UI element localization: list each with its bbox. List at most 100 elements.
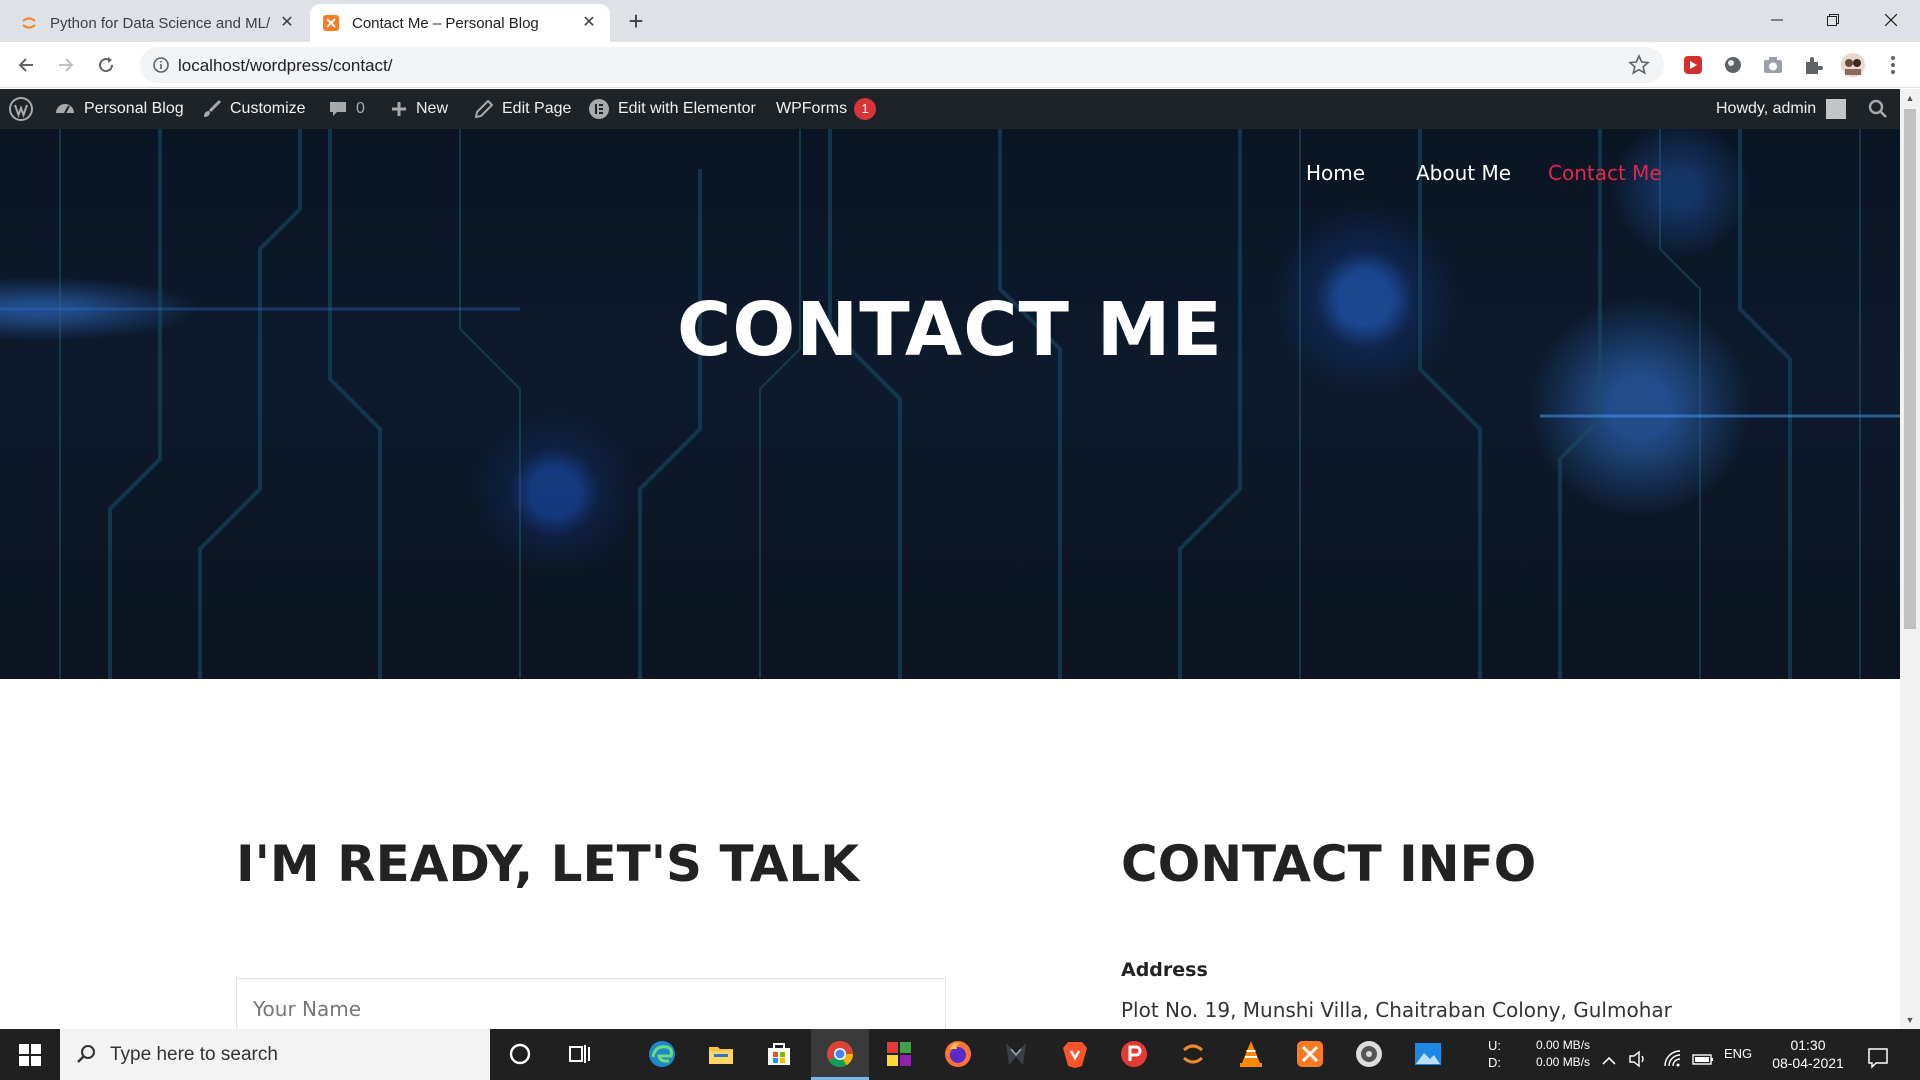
battery-icon[interactable] [1692, 1044, 1714, 1074]
start-button[interactable] [0, 1029, 60, 1080]
wpforms-menu[interactable]: WPForms 1 [776, 89, 877, 129]
wordpress-logo-icon [9, 97, 33, 121]
close-tab-icon[interactable]: ✕ [278, 14, 296, 32]
wp-admin-bar: Personal Blog Customize 0 New Edit Page … [0, 89, 1900, 129]
network-speed-widget: U: D: [1488, 1037, 1501, 1080]
coursera-icon[interactable] [1178, 1039, 1208, 1069]
close-icon [1885, 14, 1897, 26]
minimize-icon [1771, 19, 1783, 21]
browser-menu-icon[interactable] [1882, 54, 1904, 76]
windows-taskbar: Type here to search U: D: 0.00 MB/s 0.00… [0, 1029, 1920, 1080]
cortana-icon[interactable] [505, 1039, 535, 1069]
clock[interactable]: 01:30 08-04-2021 [1770, 1036, 1846, 1080]
firefox-icon[interactable] [943, 1039, 973, 1069]
search-icon [77, 1045, 95, 1063]
edit-page-link[interactable]: Edit Page [474, 89, 571, 129]
paintbrush-icon [204, 99, 222, 117]
language-indicator[interactable]: ENG [1724, 1046, 1752, 1080]
predator-sense-icon[interactable] [1001, 1039, 1031, 1069]
screenshot-camera-icon[interactable] [1762, 54, 1784, 76]
search-icon [1868, 99, 1887, 118]
back-arrow-icon [18, 58, 33, 72]
new-content-menu[interactable]: New [390, 89, 448, 129]
tab-title: Contact Me – Personal Blog [352, 14, 539, 32]
windows-logo-icon [19, 1043, 41, 1066]
download-label: D: [1488, 1055, 1501, 1070]
contact-info-heading: CONTACT INFO [1121, 835, 1537, 893]
admin-search-button[interactable] [1868, 89, 1896, 129]
close-tab-icon[interactable]: ✕ [580, 14, 598, 32]
dashboard-gauge-icon [56, 104, 74, 114]
my-account-menu[interactable]: Howdy, admin [1716, 89, 1847, 129]
edge-browser-icon[interactable] [647, 1039, 677, 1069]
media-player-icon[interactable] [1354, 1039, 1384, 1069]
plus-icon [392, 102, 406, 116]
extensions-puzzle-icon[interactable] [1802, 54, 1824, 76]
edit-with-elementor-link[interactable]: Edit with Elementor [588, 89, 756, 129]
comments-link[interactable]: 0 [328, 89, 365, 129]
nav-contact-me[interactable]: Contact Me [1548, 161, 1662, 191]
nav-home[interactable]: Home [1306, 161, 1365, 191]
comments-count: 0 [356, 100, 365, 117]
scroll-up-arrow-icon[interactable]: ▲ [1905, 93, 1915, 103]
vlc-icon[interactable] [1236, 1039, 1266, 1069]
edit-page-label: Edit Page [502, 100, 572, 117]
photos-app-icon[interactable] [1413, 1039, 1443, 1069]
chevron-up-icon[interactable] [1601, 1046, 1617, 1076]
contact-form-heading: I'M READY, LET'S TALK [236, 835, 859, 893]
reload-button[interactable] [92, 51, 120, 79]
site-name-menu[interactable]: Personal Blog [54, 89, 184, 129]
forward-button[interactable] [52, 51, 80, 79]
new-tab-button[interactable]: + [622, 8, 650, 36]
clock-date: 08-04-2021 [1772, 1055, 1844, 1071]
reload-icon [99, 57, 114, 73]
brave-browser-icon[interactable] [1060, 1039, 1090, 1069]
address-text: Plot No. 19, Munshi Villa, Chaitraban Co… [1121, 998, 1672, 1022]
site-info-icon[interactable] [152, 56, 170, 74]
page-scrollbar[interactable]: ▲ ▼ [1900, 89, 1920, 1029]
task-view-icon[interactable] [565, 1039, 595, 1069]
url-text: localhost/wordpress/contact/ [178, 56, 393, 75]
elementor-label: Edit with Elementor [618, 100, 756, 117]
profile-avatar-icon[interactable] [1840, 52, 1866, 78]
upload-speed: 0.00 MB/s [1536, 1038, 1591, 1052]
clock-time: 01:30 [1790, 1037, 1826, 1053]
new-label: New [416, 100, 449, 117]
p-app-icon[interactable] [1119, 1039, 1149, 1069]
page-title: CONTACT ME [677, 287, 1223, 373]
back-button[interactable] [12, 51, 40, 79]
xampp-icon[interactable] [1295, 1039, 1325, 1069]
nav-about-me[interactable]: About Me [1416, 161, 1511, 191]
address-bar[interactable]: localhost/wordpress/contact/ [140, 47, 1664, 83]
taskbar-search-box[interactable]: Type here to search [60, 1029, 490, 1080]
restore-window-button[interactable] [1810, 0, 1856, 40]
wifi-icon[interactable] [1663, 1044, 1683, 1074]
wpforms-notification-badge: 1 [854, 98, 877, 120]
close-window-button[interactable] [1868, 0, 1914, 40]
bookmark-star-icon[interactable] [1628, 54, 1650, 76]
address-label: Address [1121, 959, 1208, 981]
file-explorer-icon[interactable] [706, 1039, 736, 1069]
wpforms-label: WPForms [776, 100, 848, 117]
scroll-down-arrow-icon[interactable]: ▼ [1905, 1015, 1915, 1025]
notification-center-icon[interactable] [1866, 1043, 1890, 1073]
pencil-icon [474, 99, 494, 119]
xampp-favicon-icon [323, 15, 339, 31]
upload-label: U: [1488, 1038, 1501, 1053]
customize-link[interactable]: Customize [202, 89, 306, 129]
wordpress-logo-button[interactable] [8, 89, 42, 129]
restore-icon [1827, 14, 1839, 26]
search-placeholder: Type here to search [110, 1044, 278, 1065]
minimize-window-button[interactable] [1754, 0, 1800, 40]
browser-tab-strip: Python for Data Science and ML/ ✕ Contac… [0, 0, 1920, 42]
volume-icon[interactable] [1628, 1044, 1648, 1074]
tab-contact-me[interactable]: Contact Me – Personal Blog ✕ [310, 4, 610, 42]
extension-circle-icon[interactable] [1722, 54, 1744, 76]
tab-python-course[interactable]: Python for Data Science and ML/ ✕ [8, 4, 308, 42]
colorful-app-icon[interactable] [884, 1039, 914, 1069]
tab-title: Python for Data Science and ML/ [50, 14, 271, 32]
scrollbar-thumb[interactable] [1904, 109, 1916, 629]
microsoft-store-icon[interactable] [764, 1039, 794, 1069]
browser-toolbar: localhost/wordpress/contact/ [0, 42, 1920, 88]
extension-media-icon[interactable] [1682, 54, 1704, 76]
